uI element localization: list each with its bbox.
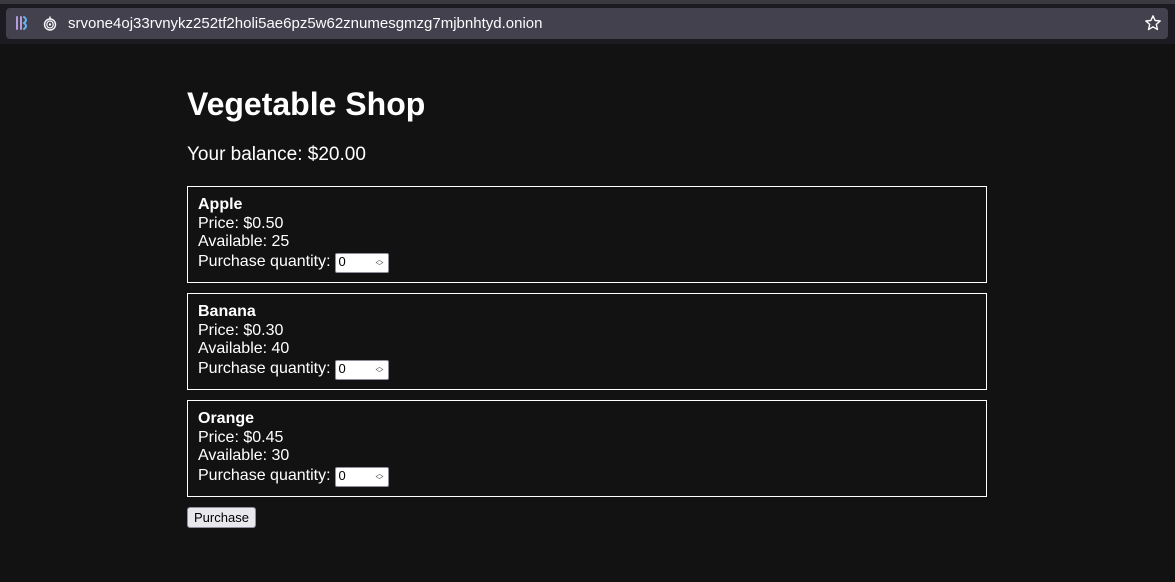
onion-icon[interactable] (42, 15, 58, 31)
quantity-value[interactable]: 0 (339, 360, 346, 379)
quantity-value[interactable]: 0 (339, 253, 346, 272)
browser-toolbar: srvone4oj33rvnykz252tf2holi5ae6pz5w62znu… (0, 0, 1175, 44)
tor-circuit-icon[interactable] (14, 15, 30, 31)
product-price: Price: $0.45 (198, 428, 284, 446)
product-available: Available: 40 (198, 340, 290, 357)
url-text[interactable]: srvone4oj33rvnykz252tf2holi5ae6pz5w62znu… (68, 15, 542, 32)
product-available: Available: 30 (198, 447, 290, 464)
product-price: Price: $0.30 (198, 321, 284, 339)
page-title: Vegetable Shop (187, 86, 426, 122)
quantity-row: Purchase quantity: 0 ︿ ﹀ (198, 359, 976, 380)
purchase-button[interactable]: Purchase (187, 507, 256, 528)
quantity-row: Purchase quantity: 0 ︿ ﹀ (198, 466, 976, 487)
url-bar[interactable]: srvone4oj33rvnykz252tf2holi5ae6pz5w62znu… (6, 8, 1168, 39)
product-card-orange: Orange Price: $0.45 Available: 30 Purcha… (187, 400, 987, 497)
product-name: Orange (198, 410, 255, 427)
product-card-banana: Banana Price: $0.30 Available: 40 Purcha… (187, 293, 987, 390)
quantity-label: Purchase quantity: (198, 467, 331, 485)
quantity-value[interactable]: 0 (339, 467, 346, 486)
product-name: Apple (198, 196, 243, 213)
quantity-label: Purchase quantity: (198, 360, 331, 378)
spinner-arrows-icon[interactable]: ︿ ﹀ (374, 362, 386, 378)
spinner-arrows-icon[interactable]: ︿ ﹀ (374, 469, 386, 485)
quantity-stepper-apple[interactable]: 0 ︿ ﹀ (334, 252, 389, 273)
quantity-label: Purchase quantity: (198, 253, 331, 271)
quantity-stepper-orange[interactable]: 0 ︿ ﹀ (334, 466, 389, 487)
balance-text: Your balance: $20.00 (187, 144, 366, 165)
quantity-stepper-banana[interactable]: 0 ︿ ﹀ (334, 359, 389, 380)
bookmark-star-icon[interactable] (1144, 14, 1162, 32)
product-price: Price: $0.50 (198, 214, 284, 232)
spinner-arrows-icon[interactable]: ︿ ﹀ (374, 255, 386, 271)
quantity-row: Purchase quantity: 0 ︿ ﹀ (198, 252, 976, 273)
product-available: Available: 25 (198, 233, 290, 250)
product-card-apple: Apple Price: $0.50 Available: 25 Purchas… (187, 186, 987, 283)
product-name: Banana (198, 303, 256, 320)
